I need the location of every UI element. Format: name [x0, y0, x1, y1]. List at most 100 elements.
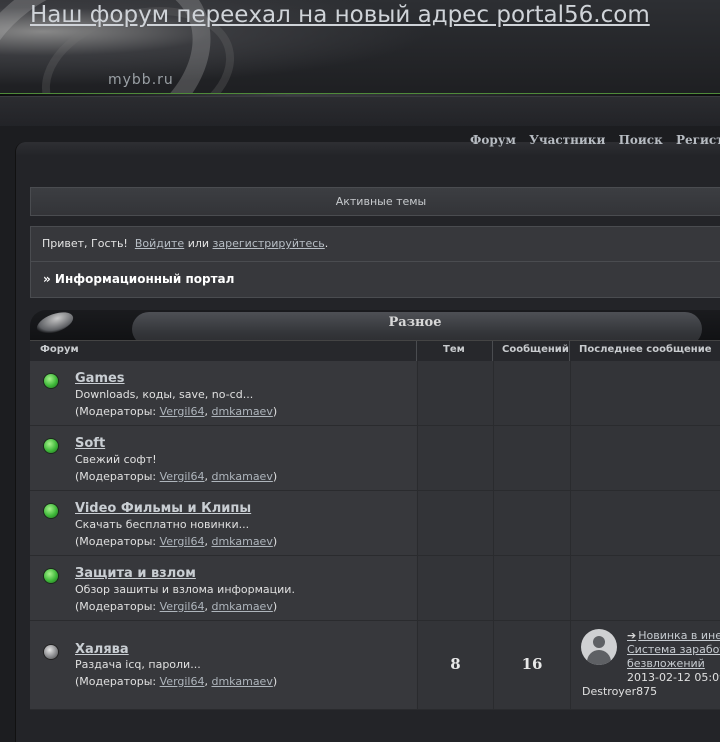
status-new-icon — [44, 504, 58, 518]
forum-row: Games Downloads, коды, save, no-cd... (М… — [30, 361, 720, 426]
status-new-icon — [44, 569, 58, 583]
mods-prefix: (Модераторы: — [75, 600, 160, 613]
forum-posts-cell — [493, 361, 570, 425]
register-link[interactable]: зарегистрируйтесь — [213, 237, 325, 250]
column-headers: Форум Тем Сообщений Последнее сообщение — [30, 340, 720, 361]
category-title: Разное — [388, 315, 442, 330]
topics-count: 8 — [450, 655, 461, 673]
forum-last-post-cell — [570, 426, 720, 490]
moderator-link[interactable]: dmkamaev — [211, 600, 272, 613]
moderator-link[interactable]: Vergil64 — [160, 600, 205, 613]
forum-posts-cell — [493, 556, 570, 620]
forum-row: Защита и взлом Обзор зашиты и взлома инф… — [30, 556, 720, 621]
forum-description: Downloads, коды, save, no-cd... — [75, 388, 254, 401]
welcome-panel: Привет, Гость! Войдите или зарегистрируй… — [30, 226, 720, 298]
nav-search-link[interactable]: Поиск — [619, 133, 663, 147]
moderator-link[interactable]: dmkamaev — [211, 470, 272, 483]
category-header: Разное — [30, 310, 720, 340]
forum-info-cell: Games Downloads, коды, save, no-cd... (М… — [30, 361, 416, 425]
header-strip — [0, 96, 720, 126]
moderator-link[interactable]: Vergil64 — [160, 675, 205, 688]
avatar-head — [593, 636, 605, 648]
forum-moderators: (Модераторы: Vergil64, dmkamaev) — [75, 470, 277, 483]
moderator-link[interactable]: dmkamaev — [211, 405, 272, 418]
breadcrumb: » Информационный портал — [43, 272, 235, 286]
forum-info-cell: Защита и взлом Обзор зашиты и взлома инф… — [30, 556, 416, 620]
forum-moderators: (Модераторы: Vergil64, dmkamaev) — [75, 405, 277, 418]
last-post-title: Новинка в инет Система заработ безвложен… — [627, 629, 720, 670]
status-no-new-icon — [44, 645, 58, 659]
forum-info-cell: Халява Раздача icq, пароли... (Модератор… — [30, 621, 416, 709]
welcome-greeting: Привет, Гость! Войдите или зарегистрируй… — [42, 237, 328, 250]
mods-suffix: ) — [272, 600, 278, 613]
nav-members-link[interactable]: Участники — [529, 133, 605, 147]
moderator-link[interactable]: Vergil64 — [160, 470, 205, 483]
forum-posts-cell: 16 — [493, 621, 570, 709]
nav-register-link[interactable]: Регистрац — [676, 133, 720, 147]
moderator-link[interactable]: dmkamaev — [211, 535, 272, 548]
forum-description: Свежий софт! — [75, 453, 157, 466]
col-divider — [569, 341, 570, 361]
moderator-link[interactable]: Vergil64 — [160, 535, 205, 548]
forum-topics-cell: 8 — [417, 621, 493, 709]
arrow-icon: ➔ — [627, 629, 637, 642]
forum-name-link[interactable]: Video Фильмы и Клипы — [75, 501, 251, 516]
moderator-link[interactable]: dmkamaev — [211, 675, 272, 688]
forum-name-link[interactable]: Games — [75, 371, 125, 386]
forum-name-link[interactable]: Soft — [75, 436, 105, 451]
forum-posts-cell — [493, 426, 570, 490]
col-topics: Тем — [443, 344, 465, 355]
forum-moderators: (Модераторы: Vergil64, dmkamaev) — [75, 535, 277, 548]
avatar-body — [587, 650, 611, 665]
default-avatar-icon — [581, 629, 617, 665]
forum-row: Soft Свежий софт! (Модераторы: Vergil64,… — [30, 426, 720, 491]
forum-description: Обзор зашиты и взлома информации. — [75, 583, 295, 596]
forum-last-post-cell — [570, 491, 720, 555]
forum-topics-cell — [417, 556, 493, 620]
or-text: или — [187, 237, 210, 250]
mods-suffix: ) — [272, 675, 278, 688]
last-post-author: Destroyer875 — [582, 685, 658, 698]
forum-name-link[interactable]: Халява — [75, 642, 129, 657]
welcome-divider — [31, 261, 720, 262]
forum-row: Халява Раздача icq, пароли... (Модератор… — [30, 621, 720, 710]
forum-description: Раздача icq, пароли... — [75, 658, 201, 671]
forum-moderators: (Модераторы: Vergil64, dmkamaev) — [75, 675, 277, 688]
greeting-text: Привет, Гость! — [42, 237, 128, 250]
col-last-post: Последнее сообщение — [579, 344, 712, 355]
forum-row: Video Фильмы и Клипы Скачать бесплатно н… — [30, 491, 720, 556]
login-link[interactable]: Войдите — [135, 237, 184, 250]
status-new-icon — [44, 374, 58, 388]
forum-name-link[interactable]: Защита и взлом — [75, 566, 196, 581]
mods-suffix: ) — [272, 535, 278, 548]
mods-suffix: ) — [272, 470, 278, 483]
forum-description: Скачать бесплатно новинки... — [75, 518, 250, 531]
mods-prefix: (Модераторы: — [75, 675, 160, 688]
moderator-link[interactable]: Vergil64 — [160, 405, 205, 418]
last-post-date: 2013-02-12 05:09 — [627, 671, 720, 684]
forum-topics-cell — [417, 491, 493, 555]
mods-prefix: (Модераторы: — [75, 535, 160, 548]
site-title-link[interactable]: Наш форум переехал на новый адрес portal… — [30, 2, 650, 28]
col-posts: Сообщений — [502, 344, 569, 355]
col-forum: Форум — [40, 344, 79, 355]
forum-posts-cell — [493, 491, 570, 555]
status-new-icon — [44, 439, 58, 453]
forum-info-cell: Video Фильмы и Клипы Скачать бесплатно н… — [30, 491, 416, 555]
mods-prefix: (Модераторы: — [75, 470, 160, 483]
forum-last-post-cell — [570, 556, 720, 620]
forum-last-post-cell — [570, 361, 720, 425]
forum-moderators: (Модераторы: Vergil64, dmkamaev) — [75, 600, 277, 613]
forum-info-cell: Soft Свежий софт! (Модераторы: Vergil64,… — [30, 426, 416, 490]
nav-forum-link[interactable]: Форум — [470, 133, 516, 147]
col-divider — [492, 341, 493, 361]
last-post-link[interactable]: ➔ Новинка в инет Система заработ безвложе… — [627, 629, 720, 671]
mybb-logo: mybb.ru — [108, 72, 174, 88]
mods-prefix: (Модераторы: — [75, 405, 160, 418]
forum-last-post-cell: ➔ Новинка в инет Система заработ безвложе… — [570, 621, 720, 709]
mods-suffix: ) — [272, 405, 278, 418]
forum-topics-cell — [417, 361, 493, 425]
forum-topics-cell — [417, 426, 493, 490]
col-divider — [416, 341, 417, 361]
active-topics-button[interactable]: Активные темы — [30, 187, 720, 216]
